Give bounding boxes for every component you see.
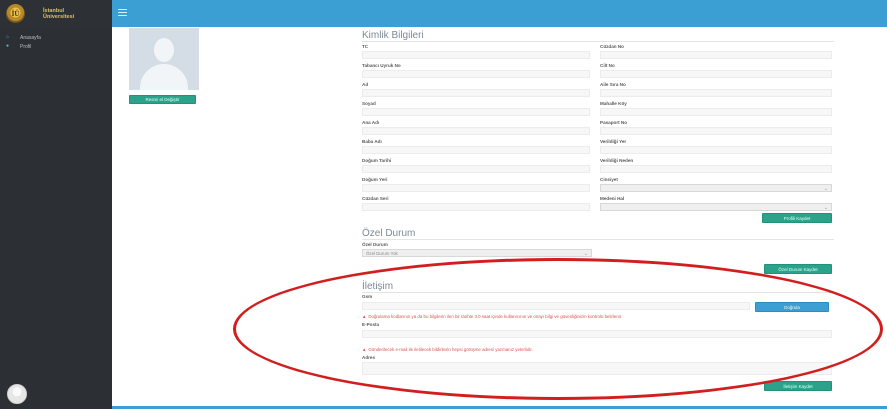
field-input[interactable] [362,89,590,97]
address-textarea[interactable] [362,362,832,375]
divider [362,41,834,42]
field-input[interactable] [600,51,832,59]
sidebar-item-label: Profil [20,43,32,50]
gsm-label: Gsm [362,294,373,299]
field-label: Cilt No [600,63,615,68]
ozel-title: Özel Durum [362,228,416,239]
hamburger-icon[interactable] [118,8,127,17]
sidebar: ⌂ Anasayfa ● Profil [0,27,112,409]
field-select[interactable]: ⌄ [600,184,832,192]
field-label: Cüzdan Seri [362,196,389,201]
field-label: Soyad [362,101,376,106]
field-label: Verildiği Yer [600,139,627,144]
brand-line2: Üniversitesi [43,13,75,20]
change-photo-button[interactable]: Resmi el Değiştir [129,95,196,104]
sidebar-item-label: Anasayfa [20,34,41,41]
university-logo-icon: İÜ [6,4,25,23]
address-label: Adres [362,355,376,360]
divider [362,292,834,293]
field-label: Doğum Tarihi [362,158,392,163]
annotation-ellipse [233,258,883,400]
gsm-input[interactable] [362,302,750,310]
field-label: Verildiği Neden [600,158,634,163]
email-label: E-Posta [362,322,380,327]
field-input[interactable] [600,70,832,78]
save-profile-button[interactable]: Profili Kaydet [762,213,832,223]
divider [362,239,834,240]
field-select[interactable]: ⌄ [600,203,832,211]
field-label: Mahalle Köy [600,101,627,106]
verify-button[interactable]: Doğrula [755,302,829,312]
user-icon: ● [6,43,10,49]
gsm-warning: ▲ Doğrulama kodlarının ya da bu bilgileri… [362,314,622,319]
email-warning-text: Gönderilecek e-mail ile iletilecek bildi… [368,347,533,352]
chevron-down-icon: ⌄ [583,251,588,257]
field-input[interactable] [362,184,590,192]
save-ozel-button[interactable]: Özel Durum Kaydet [764,264,832,274]
ozel-select-value: Özel Durum Yok [366,250,398,256]
warning-icon: ▲ [362,314,367,319]
field-label: Cüzdan No [600,44,624,49]
field-input[interactable] [362,203,590,211]
field-input[interactable] [362,70,590,78]
field-input[interactable] [362,51,590,59]
gsm-warning-text: Doğrulama kodlarının ya da bu bilgilerin… [368,314,623,319]
warning-icon: ▲ [362,347,367,352]
field-label: Baba Adı [362,139,382,144]
field-label: Cinsiyet [600,177,618,182]
field-input[interactable] [362,108,590,116]
field-label: Aile Sıra No [600,82,626,87]
field-input[interactable] [362,146,590,154]
field-input[interactable] [600,127,832,135]
brand-name: İstanbul Üniversitesi [43,8,74,20]
field-input[interactable] [600,165,832,173]
field-input[interactable] [362,127,590,135]
ozel-label: Özel Durum [362,242,388,247]
ozel-select[interactable]: Özel Durum Yok ⌄ [362,249,592,257]
field-input[interactable] [600,146,832,154]
field-input[interactable] [362,165,590,173]
profile-photo [129,28,199,90]
email-input[interactable] [362,330,832,338]
field-label: Ana Adı [362,120,380,125]
home-icon: ⌂ [6,34,10,40]
iletisim-title: İletişim [362,281,394,292]
field-label: Tabancı Uyruk No [362,63,401,68]
sidebar-item-anasayfa[interactable]: ⌂ Anasayfa [0,33,112,42]
kimlik-title: Kimlik Bilgileri [362,30,424,41]
chevron-down-icon: ⌄ [823,205,828,211]
avatar[interactable] [7,384,27,404]
chevron-down-icon: ⌄ [823,186,828,192]
field-input[interactable] [600,108,832,116]
brand[interactable]: İÜ İstanbul Üniversitesi [0,0,112,27]
sidebar-item-profil[interactable]: ● Profil [0,42,112,51]
field-input[interactable] [600,89,832,97]
save-iletisim-button[interactable]: İletişim Kaydet [764,381,832,391]
field-label: Doğum Yeri [362,177,388,182]
field-label: Medeni Hal [600,196,625,201]
field-label: Pasaport No [600,120,628,125]
email-warning: ▲ Gönderilecek e-mail ile iletilecek bild… [362,347,533,352]
top-bar [0,0,887,27]
field-label: TC [362,44,369,49]
field-label: Ad [362,82,369,87]
